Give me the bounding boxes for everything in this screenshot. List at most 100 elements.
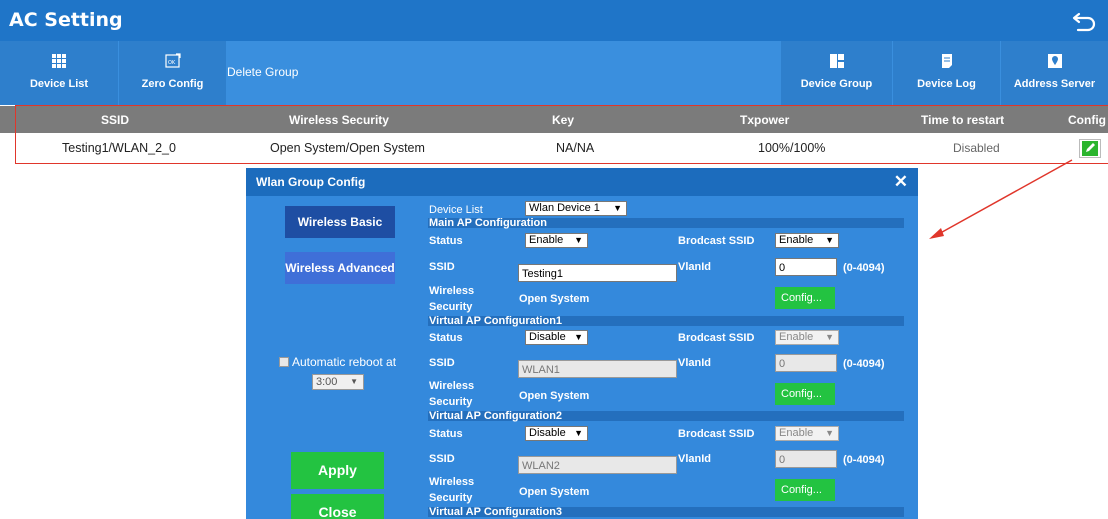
config-button-main[interactable]: Config... bbox=[775, 287, 835, 309]
ssid-input-vap2[interactable]: WLAN2 bbox=[518, 456, 677, 474]
wlan-group-config-dialog: Wlan Group Config ✕ Wireless Basic Wirel… bbox=[246, 168, 918, 519]
vlan-range: (0-4094) bbox=[843, 358, 885, 370]
ssid-input-main[interactable]: Testing1 bbox=[518, 264, 677, 282]
close-button[interactable]: Close bbox=[291, 494, 384, 519]
security-label: Security bbox=[429, 492, 473, 504]
ssid-label: SSID bbox=[429, 357, 455, 369]
vlanid-label: VlanId bbox=[678, 453, 712, 465]
cell-key: NA/NA bbox=[556, 141, 595, 155]
broadcast-value: Enable bbox=[779, 427, 814, 439]
device-list-select[interactable]: Wlan Device 1 ▼ bbox=[525, 201, 627, 216]
col-security: Wireless Security bbox=[289, 113, 389, 127]
col-txpower: Txpower bbox=[740, 113, 790, 127]
broadcast-label: Brodcast SSID bbox=[678, 428, 755, 440]
security-label: Security bbox=[429, 396, 473, 408]
reboot-time-select[interactable]: 3:00 ▼ bbox=[312, 374, 364, 390]
zero-config-label: Zero Config bbox=[141, 78, 204, 90]
dropdown-arrow-icon: ▼ bbox=[574, 235, 583, 245]
edit-icon bbox=[1082, 141, 1098, 156]
cell-txpower: 100%/100% bbox=[758, 141, 826, 155]
status-label: Status bbox=[429, 235, 463, 247]
cell-ssid: Testing1/WLAN_2_0 bbox=[62, 141, 176, 155]
col-key: Key bbox=[552, 113, 575, 127]
device-list-button[interactable]: Device List bbox=[0, 41, 118, 105]
security-value-vap1: Open System bbox=[519, 390, 590, 402]
grid-icon bbox=[52, 54, 66, 68]
wireless-advanced-button[interactable]: Wireless Advanced bbox=[285, 252, 395, 284]
device-group-button[interactable]: Device Group bbox=[781, 41, 892, 105]
col-restart: Time to restart bbox=[921, 113, 1005, 127]
broadcast-select-vap1[interactable]: Enable ▼ bbox=[775, 330, 839, 345]
device-log-label: Device Log bbox=[917, 78, 976, 90]
close-icon[interactable]: ✕ bbox=[894, 172, 908, 192]
auto-reboot-option[interactable]: Automatic reboot at bbox=[279, 355, 396, 369]
status-label: Status bbox=[429, 428, 463, 440]
vlan-input-vap1[interactable]: 0 bbox=[775, 354, 837, 372]
broadcast-value: Enable bbox=[779, 234, 814, 246]
dropdown-arrow-icon: ▼ bbox=[825, 235, 834, 245]
auto-reboot-label: Automatic reboot at bbox=[292, 355, 397, 369]
status-select-main[interactable]: Enable ▼ bbox=[525, 233, 588, 248]
config-button-vap2[interactable]: Config... bbox=[775, 479, 835, 501]
status-value: Enable bbox=[529, 234, 564, 246]
apply-button[interactable]: Apply bbox=[291, 452, 384, 489]
reboot-time-value: 3:00 bbox=[316, 376, 338, 388]
cell-security: Open System/Open System bbox=[270, 141, 425, 155]
ssid-label: SSID bbox=[429, 261, 455, 273]
vlan-input-main[interactable]: 0 bbox=[775, 258, 837, 276]
auto-reboot-checkbox[interactable] bbox=[279, 357, 289, 367]
table-row[interactable]: Testing1/WLAN_2_0 Open System/Open Syste… bbox=[0, 133, 1108, 163]
address-server-button[interactable]: Address Server bbox=[1001, 41, 1108, 105]
col-config: Config bbox=[1068, 113, 1106, 127]
status-value: Disable bbox=[529, 427, 566, 439]
svg-text:OK: OK bbox=[168, 60, 176, 66]
device-list-label: Device List bbox=[29, 78, 89, 90]
section-title-main: Main AP Configuration bbox=[429, 217, 547, 229]
back-icon[interactable] bbox=[1070, 6, 1100, 36]
group-icon bbox=[829, 54, 844, 68]
status-select-vap1[interactable]: Disable ▼ bbox=[525, 330, 588, 345]
wireless-label: Wireless bbox=[429, 285, 475, 297]
log-icon bbox=[941, 54, 952, 68]
dropdown-arrow-icon: ▼ bbox=[613, 203, 622, 213]
title-bar: AC Setting bbox=[0, 0, 1108, 41]
ok-config-icon: OK bbox=[164, 53, 181, 68]
dropdown-arrow-icon: ▼ bbox=[825, 332, 834, 342]
device-list-value: Wlan Device 1 bbox=[529, 202, 600, 214]
address-server-label: Address Server bbox=[1013, 78, 1096, 90]
vlan-input-vap2[interactable]: 0 bbox=[775, 450, 837, 468]
map-pin-icon bbox=[1047, 54, 1062, 68]
toolbar: Device List OK Zero Config Delete Group … bbox=[0, 41, 1108, 105]
vlan-range: (0-4094) bbox=[843, 262, 885, 274]
status-select-vap2[interactable]: Disable ▼ bbox=[525, 426, 588, 441]
device-group-label: Device Group bbox=[800, 78, 873, 90]
broadcast-label: Brodcast SSID bbox=[678, 332, 755, 344]
delete-group-button[interactable]: Delete Group bbox=[227, 65, 298, 79]
dropdown-arrow-icon: ▼ bbox=[825, 428, 834, 438]
device-log-button[interactable]: Device Log bbox=[893, 41, 1000, 105]
dropdown-arrow-icon: ▼ bbox=[350, 377, 358, 386]
zero-config-button[interactable]: OK Zero Config bbox=[119, 41, 226, 105]
vlanid-label: VlanId bbox=[678, 261, 712, 273]
dropdown-arrow-icon: ▼ bbox=[574, 332, 583, 342]
wireless-basic-button[interactable]: Wireless Basic bbox=[285, 206, 395, 238]
col-ssid: SSID bbox=[101, 113, 130, 127]
page-title: AC Setting bbox=[9, 9, 123, 31]
broadcast-value: Enable bbox=[779, 331, 814, 343]
wireless-label: Wireless bbox=[429, 380, 475, 392]
cell-restart: Disabled bbox=[953, 141, 1000, 155]
device-list-field-label: Device List bbox=[429, 204, 483, 216]
ssid-input-vap1[interactable]: WLAN1 bbox=[518, 360, 677, 378]
dialog-title: Wlan Group Config bbox=[256, 175, 366, 189]
ssid-label: SSID bbox=[429, 453, 455, 465]
wireless-label: Wireless bbox=[429, 476, 475, 488]
config-edit-button[interactable] bbox=[1079, 139, 1101, 158]
vlan-range: (0-4094) bbox=[843, 454, 885, 466]
config-button-vap1[interactable]: Config... bbox=[775, 383, 835, 405]
dialog-header: Wlan Group Config ✕ bbox=[246, 168, 918, 196]
broadcast-select-main[interactable]: Enable ▼ bbox=[775, 233, 839, 248]
vlanid-label: VlanId bbox=[678, 357, 712, 369]
broadcast-select-vap2[interactable]: Enable ▼ bbox=[775, 426, 839, 441]
status-value: Disable bbox=[529, 331, 566, 343]
status-label: Status bbox=[429, 332, 463, 344]
